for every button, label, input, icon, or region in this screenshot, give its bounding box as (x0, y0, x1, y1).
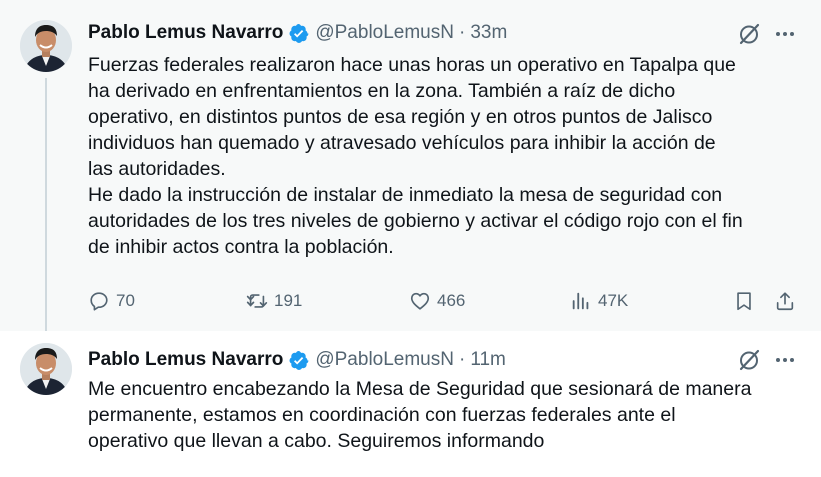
tweet-actions: 70 191 466 47K (88, 286, 800, 316)
grok-icon[interactable] (737, 348, 761, 372)
more-icon[interactable] (773, 348, 797, 372)
tweet[interactable]: Pablo Lemus Navarro @PabloLemusN · 11m M… (0, 331, 821, 477)
repost-count: 191 (274, 291, 303, 310)
repost-icon (246, 294, 268, 308)
tweet-header: Pablo Lemus Navarro @PabloLemusN · 33m (88, 18, 507, 48)
author-name[interactable]: Pablo Lemus Navarro (88, 349, 283, 371)
tweet-text-line: operativo, en distintos puntos de esa re… (88, 106, 713, 128)
timestamp[interactable]: 11m (470, 349, 506, 371)
avatar-image (20, 343, 72, 395)
like-icon (410, 292, 430, 310)
bookmark-button[interactable] (733, 286, 755, 316)
separator-dot: · (458, 349, 466, 370)
tweet-text-line: autoridades de los tres niveles de gobie… (88, 210, 743, 232)
author-handle[interactable]: @PabloLemusN (315, 349, 454, 371)
tweet-text-line: de inhibir actos contra la población. (88, 236, 394, 258)
tweet-text: Fuerzas federales realizaron hace unas h… (88, 52, 808, 260)
avatar[interactable] (20, 343, 72, 395)
avatar[interactable] (20, 20, 72, 72)
more-icon[interactable] (773, 22, 797, 46)
tweet-text-line: He dado la instrucción de instalar de in… (88, 184, 723, 206)
tweet-text-line: ha derivado en enfrentamientos en la zon… (88, 80, 676, 102)
tweet-text-line: permanente, estamos en coordinación con … (88, 404, 676, 426)
tweet-text-line: operativo que llevan a cabo. Seguiremos … (88, 430, 545, 452)
share-icon (776, 292, 794, 311)
share-button[interactable] (774, 286, 796, 316)
reply-button[interactable]: 70 (88, 286, 135, 316)
views-count: 47K (598, 291, 629, 310)
timestamp[interactable]: 33m (470, 22, 507, 44)
author-name[interactable]: Pablo Lemus Navarro (88, 22, 283, 44)
views-button[interactable]: 47K (570, 286, 628, 316)
verified-badge-icon (288, 350, 309, 371)
like-button[interactable]: 466 (409, 286, 465, 316)
tweet[interactable]: Pablo Lemus Navarro @PabloLemusN · 33m F… (0, 0, 821, 340)
like-count: 466 (437, 291, 466, 310)
repost-button[interactable]: 191 (246, 286, 302, 316)
tweet-text-line: Me encuentro encabezando la Mesa de Segu… (88, 378, 752, 400)
tweet-header: Pablo Lemus Navarro @PabloLemusN · 11m (88, 345, 506, 375)
tweet-text-line: Fuerzas federales realizaron hace unas h… (88, 54, 736, 76)
grok-icon[interactable] (737, 22, 761, 46)
reply-icon (90, 292, 108, 311)
verified-badge-icon (288, 23, 309, 44)
views-icon (572, 292, 589, 310)
author-handle[interactable]: @PabloLemusN (315, 22, 454, 44)
tweet-text-line: individuos han quemado y atravesado vehí… (88, 132, 716, 154)
tweet-text: Me encuentro encabezando la Mesa de Segu… (88, 376, 808, 454)
reply-count: 70 (116, 291, 135, 310)
separator-dot: · (458, 22, 466, 43)
avatar-image (20, 20, 72, 72)
tweet-text-line: las autoridades. (88, 158, 226, 180)
thread-connector-line (45, 78, 47, 340)
bookmark-icon (737, 292, 751, 311)
